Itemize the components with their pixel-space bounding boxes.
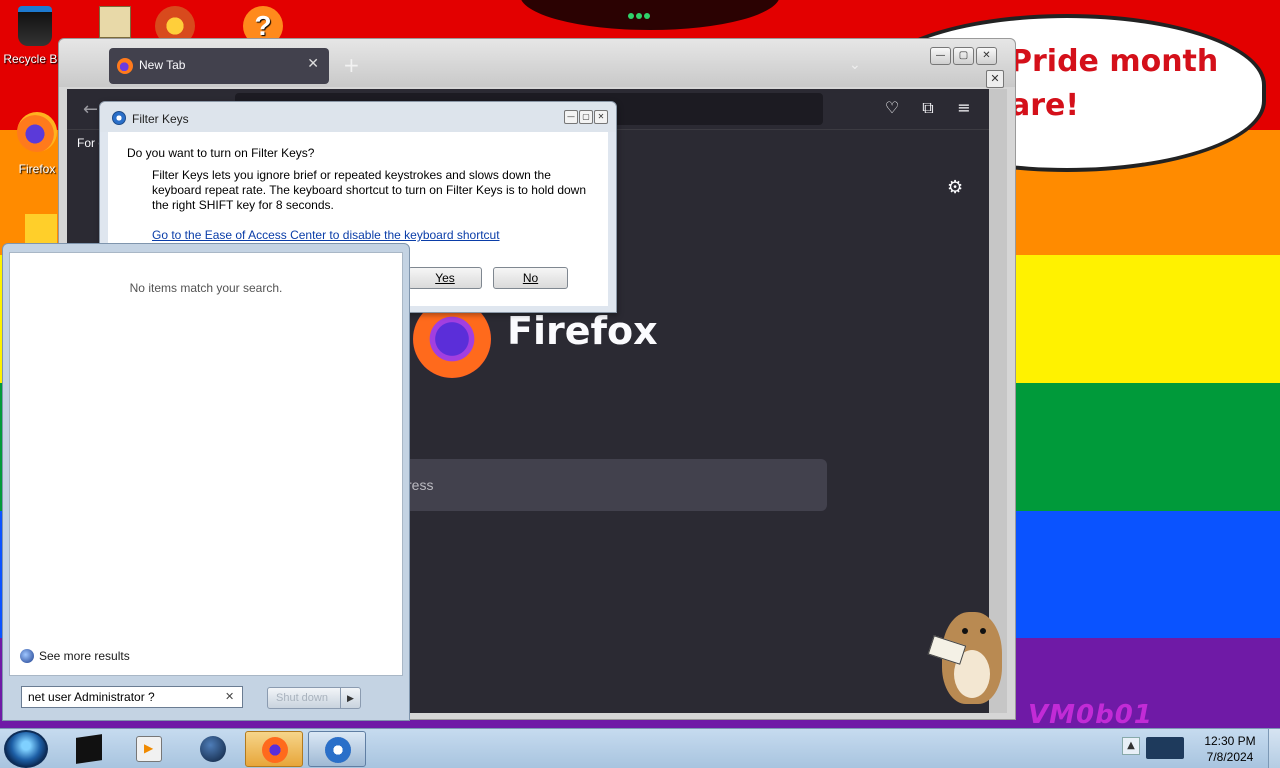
show-desktop-button[interactable] (1268, 729, 1280, 768)
firefox-wordmark: Firefox (507, 309, 658, 353)
chevron-down-icon[interactable]: ⌄ (849, 57, 861, 73)
network-icon[interactable] (1146, 737, 1184, 759)
close-button[interactable]: ✕ (594, 110, 608, 124)
firefox-icon (117, 58, 133, 74)
ease-of-access-icon (325, 737, 351, 763)
taskbar-media-player[interactable] (120, 731, 178, 767)
back-arrow-icon[interactable]: ← (83, 99, 98, 120)
ease-of-access-icon (112, 111, 126, 125)
firefox-icon (262, 737, 288, 763)
no-label: No (522, 271, 539, 285)
dialog-question: Do you want to turn on Filter Keys? (127, 146, 315, 160)
extensions-icon[interactable]: ⧉ (917, 98, 939, 120)
search-input[interactable]: ress (357, 459, 827, 511)
yes-button[interactable]: Yes (408, 267, 482, 289)
gear-icon[interactable]: ⚙ (947, 177, 963, 198)
taskbar-globe[interactable] (184, 731, 242, 767)
globe-icon (200, 736, 226, 762)
title-bar[interactable]: New Tab ✕ + ⌄ — ▢ ✕ (59, 39, 1015, 87)
folder-icon (99, 6, 131, 38)
clock-time: 12:30 PM (1204, 734, 1256, 748)
dialog-window-controls: — ▢ ✕ (564, 110, 608, 124)
speech-bubble-text: Pride month are! (1010, 44, 1219, 123)
maximize-button[interactable]: ▢ (579, 110, 593, 124)
firefox-icon (17, 112, 57, 152)
dialog-title-bar[interactable]: Filter Keys — ▢ ✕ (100, 102, 616, 132)
clear-search-icon[interactable]: ✕ (225, 690, 234, 703)
close-button[interactable]: ✕ (976, 47, 997, 65)
close-tab-icon[interactable]: ✕ (307, 56, 319, 72)
search-placeholder: ress (407, 477, 434, 493)
start-button[interactable] (4, 730, 48, 768)
no-button[interactable]: No (493, 267, 568, 289)
minimize-button[interactable]: — (564, 110, 578, 124)
see-more-label: See more results (39, 649, 130, 663)
shutdown-arrow-icon[interactable]: ▶ (340, 688, 360, 708)
no-results-text: No items match your search. (129, 281, 283, 295)
shutdown-button[interactable]: Shut down ▶ (267, 687, 361, 709)
new-tab-button[interactable]: + (343, 53, 360, 77)
app-icon (25, 214, 57, 246)
hamster-sticker (918, 602, 1010, 706)
explorer-icon (76, 734, 102, 764)
show-hidden-icons-button[interactable]: ▲ (1122, 737, 1140, 755)
taskbar-firefox[interactable] (245, 731, 303, 767)
window-controls: — ▢ ✕ (930, 47, 997, 65)
tab-new-tab[interactable]: New Tab ✕ (109, 48, 329, 84)
close-icon[interactable]: ✕ (986, 70, 1004, 88)
minimize-button[interactable]: — (930, 47, 951, 65)
dialog-title: Filter Keys (132, 112, 189, 126)
watermark: VM0b01 (1028, 700, 1153, 730)
start-search-input[interactable]: net user Administrator ? (21, 686, 243, 708)
clock[interactable]: 12:30 PM 7/8/2024 (1194, 733, 1266, 765)
shutdown-label: Shut down (276, 692, 328, 704)
see-more-results-link[interactable]: See more results (20, 649, 130, 663)
search-icon (20, 649, 34, 663)
taskbar-explorer[interactable] (60, 731, 118, 767)
yes-label: Yes (435, 271, 455, 285)
search-results-pane: No items match your search. See more res… (9, 252, 403, 676)
taskbar-ease-of-access[interactable] (308, 731, 366, 767)
pocket-icon[interactable]: ♡ (881, 98, 903, 120)
ease-of-access-link[interactable]: Go to the Ease of Access Center to disab… (152, 228, 500, 242)
clock-date: 7/8/2024 (1206, 750, 1254, 764)
dialog-description: Filter Keys lets you ignore brief or rep… (152, 168, 587, 212)
menu-icon[interactable]: ≡ (953, 98, 975, 120)
media-player-icon (136, 736, 162, 762)
start-menu: No items match your search. See more res… (2, 243, 410, 721)
tab-label: New Tab (139, 58, 186, 72)
wallpaper-dots (628, 8, 654, 19)
system-tray: ▲ (1122, 733, 1188, 765)
taskbar: ▲ 12:30 PM 7/8/2024 (0, 728, 1280, 768)
recycle-bin-icon (18, 6, 52, 46)
maximize-button[interactable]: ▢ (953, 47, 974, 65)
